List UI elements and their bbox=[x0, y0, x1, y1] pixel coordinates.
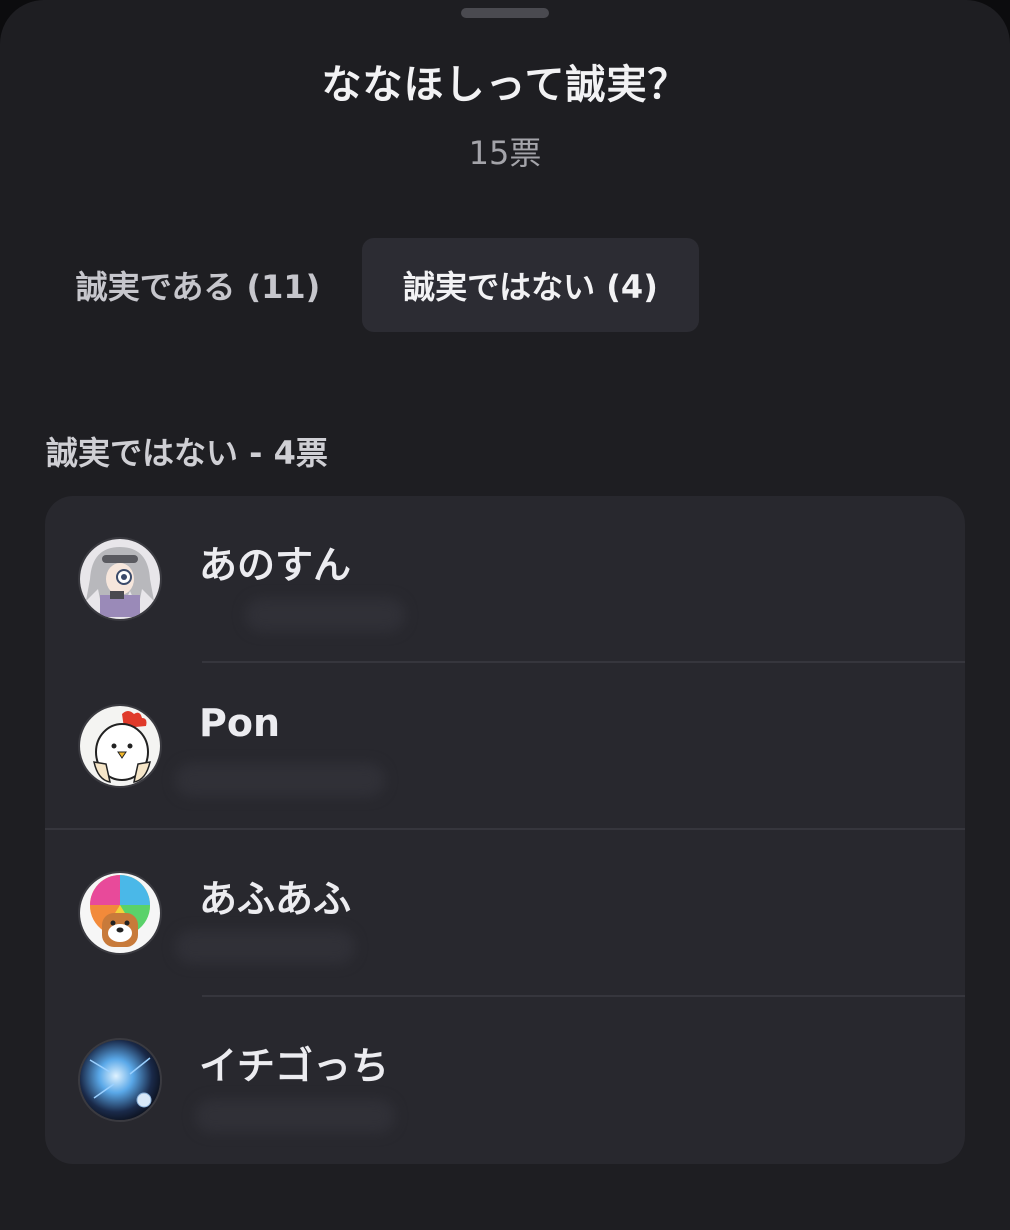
tab-not-honest[interactable]: 誠実ではない (4) bbox=[362, 238, 699, 332]
drag-handle[interactable] bbox=[461, 8, 549, 18]
voter-name: Pon bbox=[199, 701, 281, 745]
voter-name: あのすん bbox=[199, 543, 352, 587]
voter-name: イチゴっち bbox=[199, 1044, 390, 1088]
voter-list: あのすん Pon あふあふ イチゴっち bbox=[45, 496, 965, 1164]
voter-name: あふあふ bbox=[199, 877, 352, 921]
section-label: 誠実ではない - 4票 bbox=[46, 434, 328, 472]
avatar-anime-character-icon[interactable] bbox=[78, 537, 162, 621]
blurred-username bbox=[245, 598, 405, 632]
avatar-rainbow-afro-dog-icon[interactable] bbox=[78, 871, 162, 955]
poll-results-sheet: ななほしって誠実？ 15票 誠実である (11) 誠実ではない (4) 誠実では… bbox=[0, 0, 1010, 1230]
blurred-username bbox=[175, 763, 385, 797]
blurred-username bbox=[195, 1099, 395, 1133]
poll-question: ななほしって誠実？ bbox=[321, 62, 689, 108]
blurred-username bbox=[175, 930, 355, 964]
total-vote-count: 15票 bbox=[468, 134, 542, 172]
avatar-blue-light-icon[interactable] bbox=[78, 1038, 162, 1122]
voter-row[interactable]: あふあふ bbox=[45, 830, 965, 997]
voter-row[interactable]: Pon bbox=[45, 663, 965, 830]
voter-row[interactable]: イチゴっち bbox=[45, 997, 965, 1164]
voter-row[interactable]: あのすん bbox=[45, 496, 965, 663]
tab-honest[interactable]: 誠実である (11) bbox=[48, 238, 348, 332]
avatar-chicken-icon[interactable] bbox=[78, 704, 162, 788]
